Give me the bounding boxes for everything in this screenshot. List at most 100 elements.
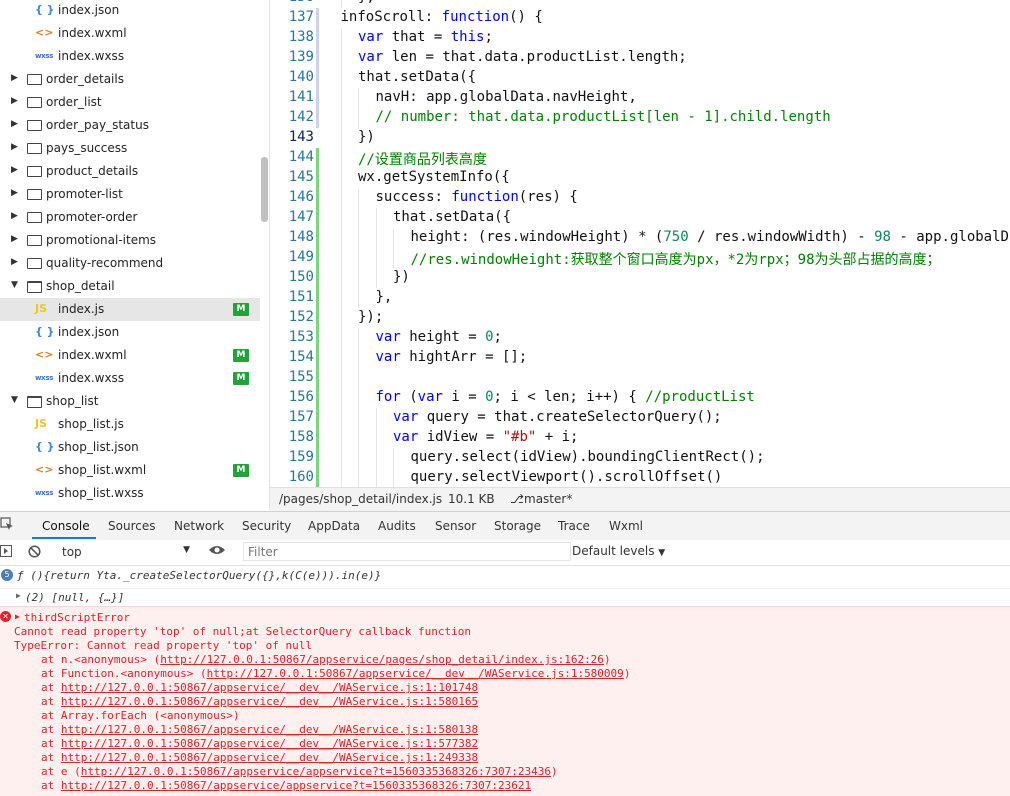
code-line[interactable]: infoScroll: function() { [341, 9, 543, 25]
chevron-right-icon[interactable]: ▶ [11, 188, 21, 198]
code-line[interactable]: var hightArr = []; [376, 349, 528, 365]
code-line[interactable]: that.setData({ [393, 209, 511, 225]
code-token: query.selectViewport().scrollOffset() [411, 469, 723, 485]
file-item[interactable]: { }index.json [0, 321, 260, 344]
folder-item[interactable]: ▶promoter-order [0, 206, 260, 229]
tab-sensor[interactable]: Sensor [435, 519, 476, 533]
file-item[interactable]: { }shop_list.json [0, 436, 260, 459]
file-item[interactable]: wxssindex.wxssM [0, 367, 260, 390]
code-line[interactable]: //res.windowHeight:获取整个窗口高度为px，*2为rpx；98… [411, 249, 941, 269]
code-line[interactable]: }); [358, 309, 383, 325]
code-line[interactable]: var query = that.createSelectorQuery(); [393, 409, 722, 425]
chevron-right-icon[interactable]: ▶ [11, 257, 21, 267]
folder-item[interactable]: ▶product_details [0, 160, 260, 183]
expand-arrow-icon[interactable]: ▶ [16, 591, 21, 600]
tab-storage[interactable]: Storage [494, 519, 541, 533]
folder-item[interactable]: ▶promoter-list [0, 183, 260, 206]
chevron-right-icon[interactable]: ▶ [11, 96, 21, 106]
code-line[interactable]: query.select(idView).boundingClientRect(… [411, 449, 765, 465]
code-token: hightArr = []; [401, 349, 527, 365]
stack-frame-link[interactable]: http://127.0.0.1:50867/appservice/__dev_… [61, 723, 478, 736]
folder-item[interactable]: ▶ order_pay_status [0, 114, 260, 137]
stack-frame-link[interactable]: http://127.0.0.1:50867/appservice/__dev_… [61, 737, 478, 750]
code-line[interactable]: }) [393, 269, 410, 285]
console-entry[interactable]: 5 ƒ (){return Yta._createSelectorQuery({… [0, 569, 1010, 585]
tab-security[interactable]: Security [242, 519, 291, 533]
code-line[interactable]: for (var i = 0; i < len; i++) { //produc… [376, 389, 755, 405]
folder-item[interactable]: ▶order_list [0, 91, 260, 114]
stack-frame-link[interactable]: http://127.0.0.1:50867/appservice/appser… [81, 765, 551, 778]
line-number: 149 [270, 249, 314, 265]
code-line[interactable]: wx.getSystemInfo({ [358, 169, 510, 185]
file-item[interactable]: { }index.json [0, 0, 260, 22]
tab-audits[interactable]: Audits [378, 519, 416, 533]
code-line[interactable]: var that = this; [358, 29, 493, 45]
code-line[interactable]: success: function(res) { [376, 189, 578, 205]
code-line[interactable]: that.setData({ [358, 69, 476, 85]
code-line[interactable]: //设置商品列表高度 [358, 149, 487, 169]
file-item[interactable]: <>index.wxmlM [0, 344, 260, 367]
tab-network[interactable]: Network [174, 519, 224, 533]
code-line[interactable]: var len = that.data.productList.length; [358, 49, 687, 65]
chevron-right-icon[interactable]: ▶ [11, 165, 21, 175]
stack-frame-link[interactable]: http://127.0.0.1:50867/appservice/__dev_… [61, 681, 478, 694]
code-line[interactable]: }) [358, 129, 375, 145]
stack-frame-link[interactable]: http://127.0.0.1:50867/appservice/__dev_… [207, 667, 624, 680]
file-item[interactable]: JSshop_list.js [0, 413, 260, 436]
chevron-right-icon[interactable]: ▶ [11, 142, 21, 152]
tab-sources[interactable]: Sources [108, 519, 155, 533]
file-item[interactable]: wxssshop_list.wxss [0, 482, 260, 505]
code-line[interactable]: height: (res.windowHeight) * (750 / res.… [411, 229, 1010, 245]
console-entry-text: ƒ (){return Yta._createSelectorQuery({},… [17, 569, 381, 582]
folder-item[interactable]: ▼shop_list [0, 390, 260, 413]
code-line[interactable]: navH: app.globalData.navHeight, [376, 89, 637, 105]
code-line[interactable]: }, [358, 0, 375, 5]
clear-console-icon[interactable] [28, 545, 41, 561]
toggle-sidebar-icon[interactable] [0, 545, 12, 560]
stack-frame-link[interactable]: http://127.0.0.1:50867/appservice/appser… [61, 779, 531, 792]
folder-item[interactable]: ▼shop_detail [0, 275, 260, 298]
line-number: 141 [270, 89, 314, 105]
inspect-element-icon[interactable] [0, 517, 14, 531]
stack-frame-link[interactable]: http://127.0.0.1:50867/appservice/__dev_… [61, 695, 478, 708]
tab-appdata[interactable]: AppData [308, 519, 360, 533]
file-tree: { }index.json<>index.wxmlwxssindex.wxss▶… [0, 0, 270, 510]
folder-item[interactable]: ▶order_details [0, 68, 260, 91]
git-branch[interactable]: master* [524, 492, 572, 506]
tab-trace[interactable]: Trace [558, 519, 590, 533]
code-line[interactable]: var height = 0; [376, 329, 502, 345]
file-item[interactable]: <>index.wxml [0, 22, 260, 45]
code-token: / res.windowWidth) - [689, 229, 874, 245]
chevron-right-icon[interactable]: ▶ [11, 73, 21, 83]
context-select[interactable]: top ▼ [54, 543, 194, 561]
folder-item[interactable]: ▶pays_success [0, 137, 260, 160]
file-item[interactable]: JSindex.jsM [0, 298, 260, 321]
indent-guide [341, 108, 342, 128]
code-line[interactable]: var idView = "#b" + i; [393, 429, 578, 445]
tab-wxml[interactable]: Wxml [609, 519, 643, 533]
code-line[interactable]: query.selectViewport().scrollOffset() [411, 469, 723, 485]
file-tree-scrollbar[interactable] [261, 157, 268, 222]
console-entry[interactable]: ▶ (2) [null, {…}] [0, 588, 1010, 605]
folder-item[interactable]: ▶promotional-items [0, 229, 260, 252]
chevron-right-icon[interactable]: ▶ [11, 119, 21, 129]
code-line[interactable]: }, [376, 289, 393, 305]
log-levels-select[interactable]: Default levels ▼ [572, 544, 665, 558]
console-filter-input[interactable] [243, 542, 571, 561]
folder-name: order_pay_status [46, 118, 149, 132]
stack-frame-link[interactable]: http://127.0.0.1:50867/appservice/pages/… [160, 653, 604, 666]
chevron-right-icon[interactable]: ▶ [11, 211, 21, 221]
code-editor[interactable]: 1361371381391401411421431441451461471481… [270, 0, 1010, 487]
expand-arrow-icon[interactable]: ▶ [15, 612, 20, 621]
console-error-entry[interactable]: ✕ ▶ thirdScriptError Cannot read propert… [0, 606, 1010, 796]
eye-icon[interactable] [208, 544, 226, 559]
chevron-down-icon[interactable]: ▼ [11, 280, 21, 290]
chevron-down-icon[interactable]: ▼ [11, 395, 21, 405]
folder-item[interactable]: ▶quality-recommend [0, 252, 260, 275]
file-item[interactable]: wxssindex.wxss [0, 45, 260, 68]
file-item[interactable]: <>shop_list.wxmlM [0, 459, 260, 482]
chevron-right-icon[interactable]: ▶ [11, 234, 21, 244]
tab-console[interactable]: Console [42, 519, 90, 533]
stack-frame-link[interactable]: http://127.0.0.1:50867/appservice/__dev_… [61, 751, 478, 764]
code-line[interactable]: // number: that.data.productList[len - 1… [376, 109, 831, 125]
